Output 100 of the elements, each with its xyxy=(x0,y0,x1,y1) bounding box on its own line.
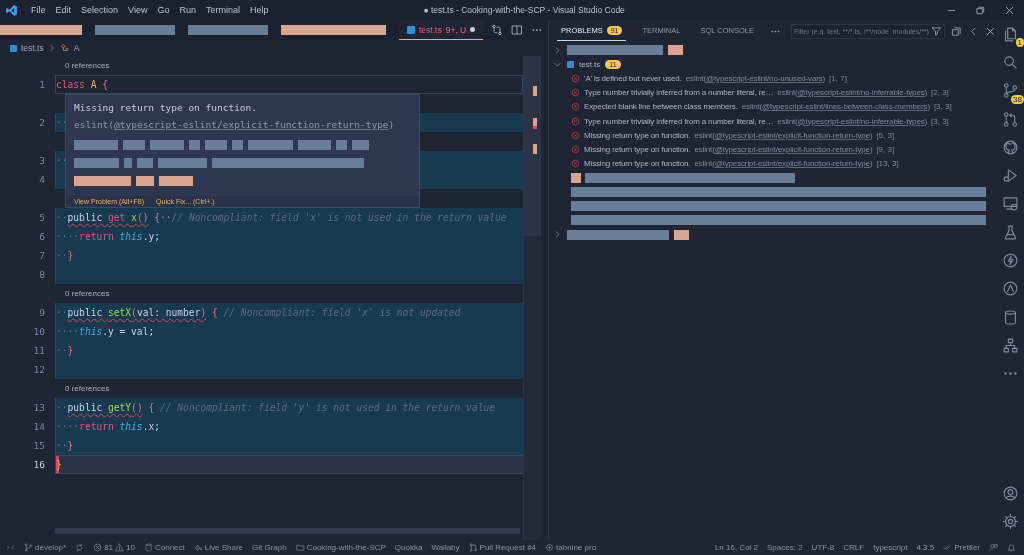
rule-link[interactable]: eslint(@typescript-eslint/lines-between-class-members) xyxy=(741,102,930,112)
menu-item[interactable]: Go xyxy=(152,5,175,15)
typescript-file-icon xyxy=(407,25,415,34)
rule-link[interactable]: eslint(@typescript-eslint/no-inferrable-types) xyxy=(777,116,928,126)
database-icon[interactable] xyxy=(1002,308,1019,326)
problem-location: [9, 3] xyxy=(876,144,895,154)
redacted-block xyxy=(571,172,581,183)
status-item[interactable]: 4.3.5 xyxy=(916,543,935,552)
problem-location: [3, 3] xyxy=(933,102,952,112)
count-badge: 38 xyxy=(1011,94,1024,104)
rule-link[interactable]: @typescript-eslint/explicit-function-return-type xyxy=(114,119,389,130)
code-lens[interactable]: 0 references xyxy=(65,61,110,70)
close-icon[interactable] xyxy=(985,25,996,37)
status-item[interactable]: Ln 16, Col 2 xyxy=(714,543,759,552)
editor-tab[interactable]: test.ts 9+, U xyxy=(399,20,484,40)
compare-changes-icon[interactable] xyxy=(491,24,504,36)
status-item[interactable]: typescript xyxy=(873,543,908,552)
status-item[interactable]: Prettier xyxy=(943,543,980,552)
status-item[interactable]: Pull Request #4 xyxy=(468,543,537,552)
menu-item[interactable]: File xyxy=(26,5,51,15)
problem-message[interactable]: Type number trivially inferred from a number literal, re… xyxy=(584,88,774,98)
redacted-block xyxy=(159,176,193,186)
pull-request-icon[interactable] xyxy=(1002,110,1019,128)
breadcrumb-item[interactable]: test.ts xyxy=(21,43,44,53)
problem-message[interactable]: Type number trivially inferred from a number literal, re… xyxy=(584,116,774,126)
redacted-block xyxy=(189,140,200,150)
files-icon[interactable] xyxy=(1002,25,1019,43)
status-item[interactable]: tabnine pro xyxy=(545,543,597,552)
share-arrow-icon xyxy=(193,543,203,552)
code-lens[interactable]: 0 references xyxy=(65,384,110,393)
redacted-block xyxy=(74,176,131,186)
status-item[interactable]: Cooking-with-the-SCP xyxy=(295,543,386,552)
rule-link[interactable]: eslint(@typescript-eslint/no-inferrable-types) xyxy=(777,88,928,98)
status-item[interactable]: Git Graph xyxy=(252,543,287,552)
rule-link[interactable]: eslint(@typescript-eslint/explicit-function-return-type) xyxy=(694,159,873,169)
double-check-icon xyxy=(943,543,953,552)
menu-item[interactable]: Terminal xyxy=(200,5,245,15)
problems-status-item[interactable]: 81 10 xyxy=(93,543,135,552)
menu-item[interactable]: Selection xyxy=(76,5,124,15)
rule-link[interactable]: eslint(@typescript-eslint/explicit-function-return-type) xyxy=(694,130,873,140)
status-item[interactable]: develop* xyxy=(24,543,67,552)
line-number: 16 xyxy=(32,459,46,470)
error-icon xyxy=(571,102,580,112)
menu-item[interactable]: Edit xyxy=(50,5,77,15)
rule-link[interactable]: eslint(@typescript-eslint/explicit-function-return-type) xyxy=(694,144,873,154)
collapse-all-icon[interactable] xyxy=(951,25,962,37)
status-item[interactable]: Live Share xyxy=(193,543,243,552)
error-icon xyxy=(571,159,580,169)
menu-item[interactable]: View xyxy=(123,5,153,15)
redacted-block xyxy=(668,45,683,56)
menu-item[interactable]: Help xyxy=(244,5,274,15)
menu-item[interactable]: Run xyxy=(174,5,201,15)
status-item[interactable]: Spaces: 2 xyxy=(767,543,803,552)
typescript-file-icon xyxy=(10,44,17,52)
search-icon[interactable] xyxy=(1002,53,1019,71)
status-item[interactable]: Connect xyxy=(143,543,185,552)
count-badge: 1 xyxy=(1015,38,1024,48)
warning-icon xyxy=(115,543,125,552)
redacted-block xyxy=(137,158,153,168)
run-debug-icon[interactable] xyxy=(1002,167,1019,185)
file-name[interactable]: test.ts xyxy=(579,59,601,69)
line-number: 5 xyxy=(38,212,46,223)
redacted-block xyxy=(136,176,154,186)
problem-message[interactable]: Expected blank line between class members. xyxy=(584,102,738,112)
redacted-block xyxy=(248,140,293,150)
status-item[interactable]: UTF-8 xyxy=(811,543,835,552)
problem-message[interactable]: 'A' is defined but never used. xyxy=(584,73,682,83)
flask-icon[interactable] xyxy=(1002,223,1019,241)
problem-message[interactable]: Missing return type on function. xyxy=(584,159,691,169)
redacted-block xyxy=(124,158,132,168)
error-icon xyxy=(93,543,103,552)
redacted-block xyxy=(123,140,145,150)
horizontal-scrollbar[interactable] xyxy=(55,528,520,534)
chevron-right-icon xyxy=(47,44,56,52)
rule-link[interactable]: eslint(@typescript-eslint/no-unused-vars) xyxy=(685,73,826,83)
lightning-icon[interactable] xyxy=(1002,252,1019,269)
line-number: 1 xyxy=(38,79,46,90)
bell-icon[interactable] xyxy=(1007,543,1016,552)
settings-icon[interactable] xyxy=(1002,513,1019,531)
problem-message[interactable]: Missing return type on function. xyxy=(584,130,691,140)
status-item[interactable]: CRLF xyxy=(843,543,865,552)
feedback-icon[interactable] xyxy=(989,543,998,552)
code-lens[interactable]: 0 references xyxy=(65,289,110,298)
problem-message[interactable]: Missing return type on function. xyxy=(584,144,691,154)
filter-icon[interactable] xyxy=(931,25,942,37)
database-icon xyxy=(143,543,153,552)
hierarchy-icon[interactable] xyxy=(1002,336,1019,354)
redacted-block xyxy=(336,140,347,150)
line-number: 12 xyxy=(32,364,46,375)
account-icon[interactable] xyxy=(1002,485,1019,503)
line-number: 3 xyxy=(38,155,46,166)
status-item[interactable]: Quokka xyxy=(394,543,423,552)
line-number: 7 xyxy=(38,250,46,261)
problem-location: [5, 3] xyxy=(876,130,895,140)
sync-icon[interactable] xyxy=(75,543,85,552)
breadcrumb-item[interactable]: A xyxy=(73,43,80,53)
split-editor-icon[interactable] xyxy=(511,24,524,36)
problem-location: [3, 3] xyxy=(931,116,949,126)
status-item[interactable]: Wallaby xyxy=(431,543,460,552)
remote-explorer-icon[interactable] xyxy=(1002,195,1019,213)
